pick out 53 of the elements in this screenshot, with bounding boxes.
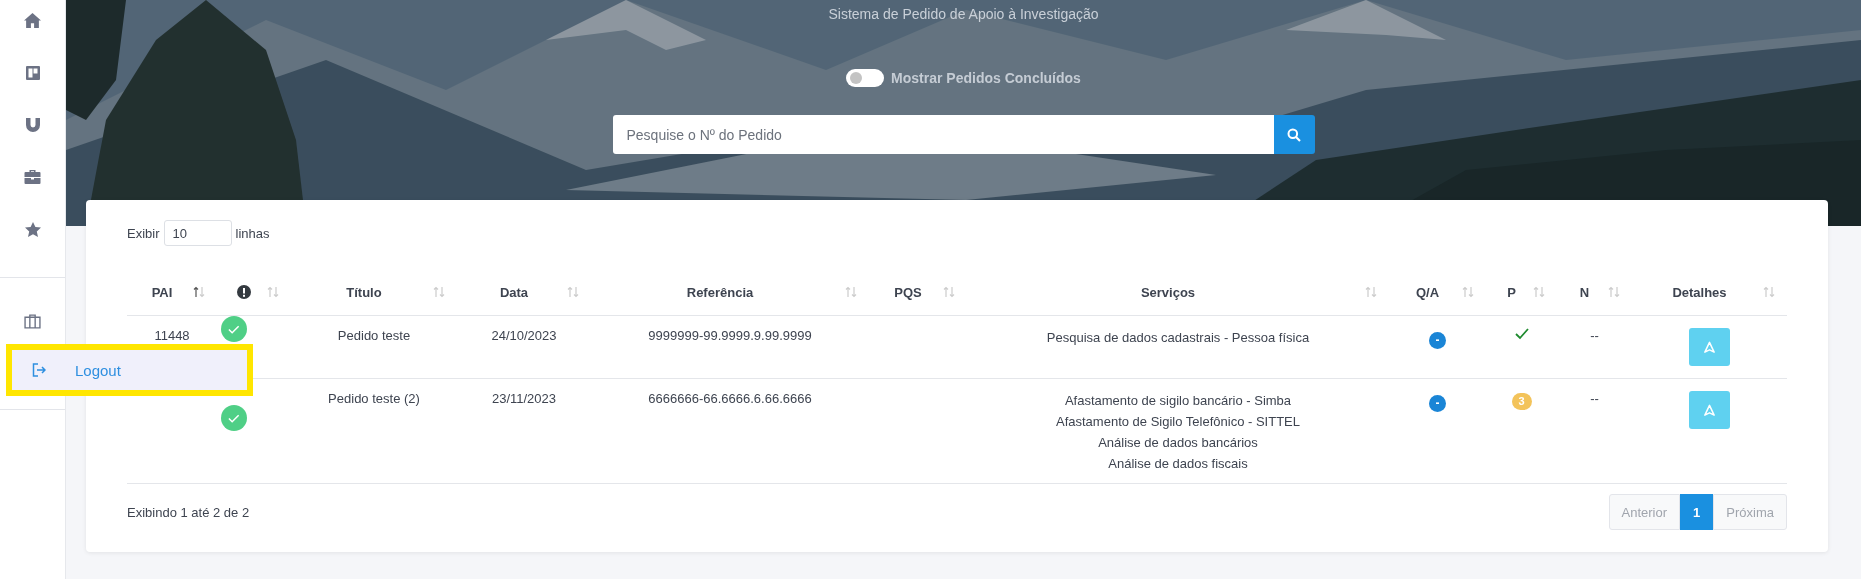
table-cell: 11448 (154, 328, 190, 343)
app-subtitle: Sistema de Pedido de Apoio à Investigação (828, 6, 1099, 22)
sort-icon[interactable] (193, 286, 205, 298)
details-button[interactable] (1689, 391, 1730, 429)
column-header: Serviços (1140, 284, 1196, 300)
navigation-arrow-icon (1703, 403, 1716, 417)
status-badge: - (1429, 395, 1446, 412)
alert-icon (237, 285, 251, 299)
navigation-arrow-icon (1703, 340, 1716, 354)
status-badge: - (1429, 332, 1446, 349)
home-icon[interactable] (24, 13, 41, 28)
check-icon (1514, 328, 1529, 340)
column-header: Detalhes (1672, 284, 1727, 300)
logout-icon (32, 363, 46, 377)
search-field[interactable]: Pesquise o Nº do Pedido (612, 115, 1274, 154)
table-cell: -- (1590, 391, 1599, 406)
table-cell: 9999999-99.9999.9.99.9999 (648, 328, 812, 343)
count-badge: 3 (1511, 393, 1532, 410)
pagination-button[interactable]: 1 (1680, 494, 1714, 530)
rows-per-page-field[interactable]: 10 (163, 220, 232, 246)
magnet-icon[interactable] (25, 118, 40, 132)
table-cell: Pedido teste (337, 328, 411, 343)
search-button[interactable] (1273, 115, 1315, 154)
search-icon (1287, 127, 1301, 142)
toggle-label: Mostrar Pedidos Concluídos (891, 70, 1081, 86)
star-icon[interactable] (24, 222, 41, 237)
table-cell: -- (1590, 328, 1599, 343)
service-item: Afastamento de sigilo bancário - Simba (1063, 393, 1293, 408)
table-info: Exibindo 1 até 2 de 2 (127, 504, 250, 520)
column-header: Título (346, 284, 382, 300)
length-label: Exibir (127, 225, 160, 241)
length-label: linhas (235, 225, 270, 241)
service-item: Análise de dados fiscais (1107, 456, 1249, 471)
board-icon[interactable] (25, 66, 40, 80)
briefcase-icon[interactable] (24, 170, 41, 184)
toggle-switch[interactable] (846, 69, 885, 87)
column-header: P (1507, 284, 1516, 300)
table-cell: 24/10/2023 (491, 328, 557, 343)
column-header: Data (499, 284, 529, 300)
details-button[interactable] (1689, 328, 1730, 366)
logout-menu-item[interactable]: Logout (6, 344, 253, 396)
column-header: Referência (686, 284, 754, 300)
column-header: Q/A (1415, 284, 1440, 300)
service-item: Afastamento de Sigilo Telefônico - SITTEL (1055, 414, 1301, 429)
table-cell: Pedido teste (2) (328, 391, 420, 406)
briefcase-icon[interactable] (24, 314, 41, 329)
service-item: Análise de dados bancários (1097, 435, 1259, 450)
column-header: PAI (151, 284, 173, 300)
service-item: Pesquisa de dados cadastrais - Pessoa física (1045, 330, 1311, 345)
column-header: N (1579, 284, 1590, 300)
table-cell: 6666666-66.6666.6.66.6666 (648, 391, 812, 406)
column-header: PQS (894, 284, 922, 300)
table-cell: 23/11/2023 (491, 391, 557, 406)
